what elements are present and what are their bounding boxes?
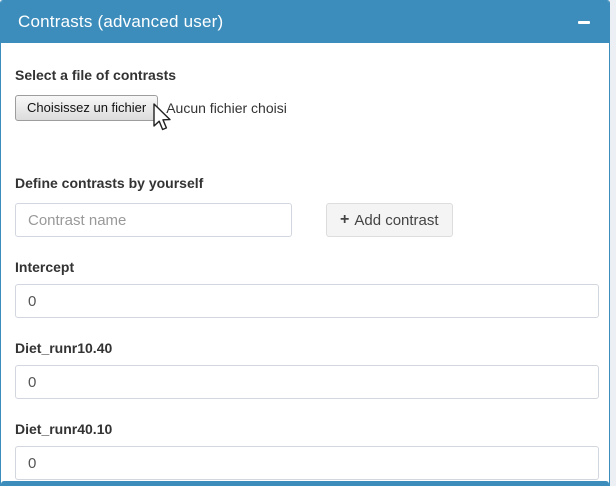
minus-icon [578,21,590,24]
define-section-label: Define contrasts by yourself [15,175,597,191]
intercept-input[interactable] [15,284,599,318]
add-contrast-label: Add contrast [354,212,438,229]
file-section-label: Select a file of contrasts [15,67,597,83]
next-panel-header-edge [1,481,609,486]
diet-runr40-10-input[interactable] [15,446,599,480]
contrast-name-input[interactable] [15,203,292,237]
choose-file-button[interactable]: Choisissez un fichier [15,95,158,121]
add-contrast-button[interactable]: + Add contrast [326,203,453,237]
diet-runr10-40-label: Diet_runr10.40 [15,340,597,356]
panel-title: Contrasts (advanced user) [18,12,223,32]
collapse-button[interactable] [576,17,592,28]
intercept-label: Intercept [15,259,597,275]
define-contrast-row: + Add contrast [15,203,597,237]
field-group-diet-runr40-10: Diet_runr40.10 [15,421,597,480]
plus-icon: + [340,212,349,228]
field-group-intercept: Intercept [15,259,597,318]
diet-runr10-40-input[interactable] [15,365,599,399]
panel-body: Select a file of contrasts Choisissez un… [1,43,609,480]
field-group-diet-runr10-40: Diet_runr10.40 [15,340,597,399]
contrasts-panel: Contrasts (advanced user) Select a file … [0,0,610,486]
panel-header: Contrasts (advanced user) [1,1,609,43]
diet-runr40-10-label: Diet_runr40.10 [15,421,597,437]
file-input-row: Choisissez un fichier Aucun fichier choi… [15,95,597,121]
file-status-text: Aucun fichier choisi [166,100,287,116]
